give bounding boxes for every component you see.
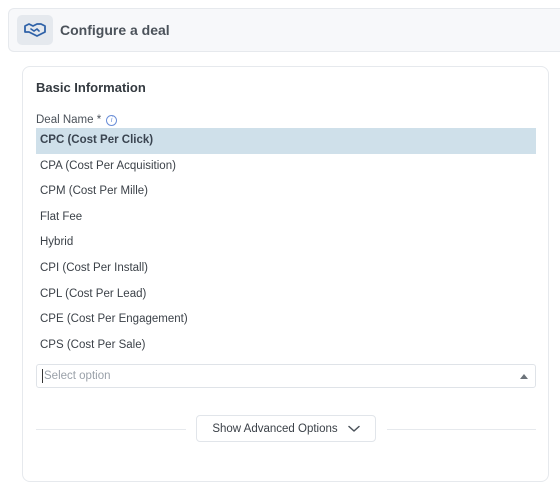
dropdown-option[interactable]: Flat Fee [36,205,536,231]
caret-up-icon[interactable] [520,374,528,379]
deal-name-label-text: Deal Name * [36,114,102,126]
dropdown-option[interactable]: CPC (Cost Per Click) [36,128,536,154]
dropdown-option[interactable]: CPL (Cost Per Lead) [36,282,536,308]
dropdown-option[interactable]: CPA (Cost Per Acquisition) [36,154,536,180]
dropdown-option[interactable]: CPS (Cost Per Sale) [36,333,536,359]
page-header: Configure a deal [8,8,560,52]
show-advanced-options-button[interactable]: Show Advanced Options [196,415,376,442]
select-placeholder: Select option [42,369,111,383]
chevron-down-icon [347,425,360,432]
info-icon[interactable]: i [106,114,118,126]
deal-type-dropdown-list: CPC (Cost Per Click) CPA (Cost Per Acqui… [36,128,536,358]
dropdown-option[interactable]: CPE (Cost Per Engagement) [36,307,536,333]
advanced-options-label: Show Advanced Options [212,422,338,435]
deal-name-select[interactable]: Select option [36,364,536,388]
handshake-icon [17,15,53,45]
dropdown-option[interactable]: CPM (Cost Per Mille) [36,179,536,205]
dropdown-option[interactable]: CPI (Cost Per Install) [36,256,536,282]
dropdown-option[interactable]: Hybrid [36,230,536,256]
deal-name-label: Deal Name * i [36,114,118,126]
section-title: Basic Information [36,80,146,95]
deal-form-card: Basic Information Deal Name * i CPC (Cos… [22,66,549,482]
divider [387,429,536,430]
divider [36,429,186,430]
page-title: Configure a deal [60,22,170,38]
